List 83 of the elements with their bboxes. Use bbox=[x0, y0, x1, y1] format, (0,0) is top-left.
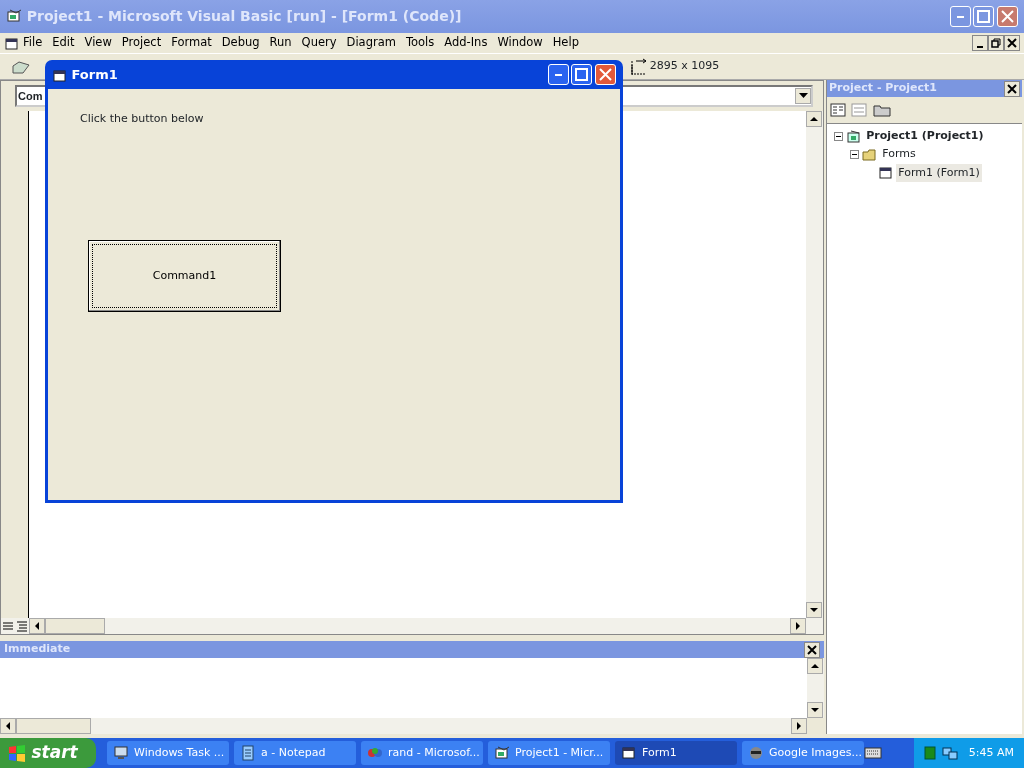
tree-item[interactable]: Form1 (Form1) bbox=[896, 163, 982, 183]
collapse-icon[interactable] bbox=[833, 131, 843, 141]
tree-item[interactable]: Forms bbox=[880, 145, 918, 164]
taskbar-button[interactable]: a - Notepad bbox=[233, 741, 356, 765]
notepad-icon bbox=[239, 745, 256, 761]
menu-item[interactable]: File bbox=[18, 33, 48, 53]
close-button[interactable] bbox=[1004, 80, 1020, 97]
module-view-icon[interactable] bbox=[15, 620, 29, 633]
scroll-down-icon bbox=[811, 707, 819, 713]
maximize-button[interactable] bbox=[571, 64, 593, 85]
taskbar-button[interactable]: Form1 bbox=[614, 741, 737, 765]
taskbar-button[interactable]: Google Images... bbox=[741, 741, 864, 765]
maximize-icon bbox=[575, 68, 589, 81]
windows-logo-icon bbox=[8, 744, 26, 762]
tree-item[interactable]: Project1 (Project1) bbox=[864, 126, 986, 146]
menu-item[interactable]: View bbox=[79, 33, 117, 53]
form-label: Click the button below bbox=[80, 111, 204, 127]
folder-icon bbox=[861, 146, 878, 163]
folder-icon[interactable] bbox=[872, 103, 891, 117]
close-icon bbox=[1006, 37, 1018, 49]
collapse-icon[interactable] bbox=[849, 150, 859, 159]
close-button[interactable] bbox=[804, 641, 820, 658]
size-readout: 2895 x 1095 bbox=[649, 58, 720, 75]
taskbar-button[interactable]: Windows Task ... bbox=[106, 741, 229, 765]
start-button[interactable]: start bbox=[0, 738, 96, 768]
taskbar-button[interactable]: Project1 - Micr... bbox=[487, 741, 610, 765]
restore-icon bbox=[990, 37, 1002, 49]
view-code-icon[interactable] bbox=[829, 103, 846, 117]
scroll-down-icon bbox=[810, 607, 818, 614]
procedure-view-icon[interactable] bbox=[1, 620, 15, 633]
scroll-right-icon bbox=[795, 622, 801, 631]
scroll-right-icon bbox=[796, 722, 802, 730]
menu-item[interactable]: Window bbox=[492, 33, 548, 53]
clock: 5:45 AM bbox=[968, 744, 1014, 761]
square-icon[interactable] bbox=[924, 746, 937, 760]
taskbar-button[interactable]: rand - Microsof... bbox=[360, 741, 483, 765]
panel-title: Project - Project1 bbox=[829, 80, 937, 97]
dropdown-arrow-icon bbox=[799, 93, 808, 99]
scroll-left-icon bbox=[5, 722, 11, 730]
command-button[interactable]: Command1 bbox=[88, 240, 281, 312]
close-icon bbox=[807, 644, 817, 655]
scroll-up-icon bbox=[810, 116, 818, 122]
minimize-icon bbox=[554, 73, 562, 76]
menu-item[interactable]: Query bbox=[296, 33, 342, 53]
window-title: Project1 - Microsoft Visual Basic [run] - [Form1 (Code)] bbox=[26, 7, 462, 26]
menu-item[interactable]: Edit bbox=[47, 33, 80, 53]
form-icon bbox=[877, 165, 894, 181]
scroll-thumb[interactable] bbox=[16, 718, 91, 734]
app-icon bbox=[493, 745, 510, 761]
close-icon bbox=[599, 68, 612, 81]
form-icon bbox=[52, 67, 66, 82]
size-icon bbox=[629, 57, 647, 76]
horizontal-scrollbar[interactable] bbox=[29, 618, 806, 635]
scroll-up-icon bbox=[811, 662, 819, 669]
network-icon[interactable] bbox=[941, 745, 958, 761]
window-title: Form1 bbox=[71, 65, 118, 84]
minimize-button[interactable] bbox=[972, 35, 988, 51]
monitor-icon bbox=[112, 745, 129, 761]
vertical-scrollbar[interactable] bbox=[807, 657, 824, 718]
menu-item[interactable]: Add-Ins bbox=[439, 33, 493, 53]
project-icon bbox=[845, 128, 862, 144]
close-icon bbox=[1007, 83, 1017, 94]
vertical-scrollbar[interactable] bbox=[806, 111, 823, 619]
menu-item[interactable]: Debug bbox=[216, 33, 265, 53]
menu-item[interactable]: Project bbox=[116, 33, 167, 53]
close-button[interactable] bbox=[1004, 35, 1020, 51]
menu-item[interactable]: Run bbox=[264, 33, 297, 53]
menu-item[interactable]: Tools bbox=[400, 33, 440, 53]
maximize-icon bbox=[977, 10, 991, 23]
menu-item[interactable]: Help bbox=[547, 33, 584, 53]
keyboard-icon[interactable] bbox=[863, 746, 882, 760]
menu-item[interactable]: Diagram bbox=[341, 33, 401, 53]
minimize-icon bbox=[977, 46, 983, 48]
horizontal-scrollbar[interactable] bbox=[0, 718, 807, 734]
restore-button[interactable] bbox=[988, 35, 1004, 51]
scroll-left-icon bbox=[34, 622, 40, 631]
form-icon bbox=[4, 36, 18, 50]
panel-title: Immediate bbox=[4, 641, 71, 658]
menu-item[interactable]: Format bbox=[166, 33, 217, 53]
scroll-thumb[interactable] bbox=[45, 618, 105, 635]
minimize-icon bbox=[956, 15, 964, 18]
close-icon bbox=[1001, 10, 1014, 23]
form-icon bbox=[620, 745, 637, 761]
